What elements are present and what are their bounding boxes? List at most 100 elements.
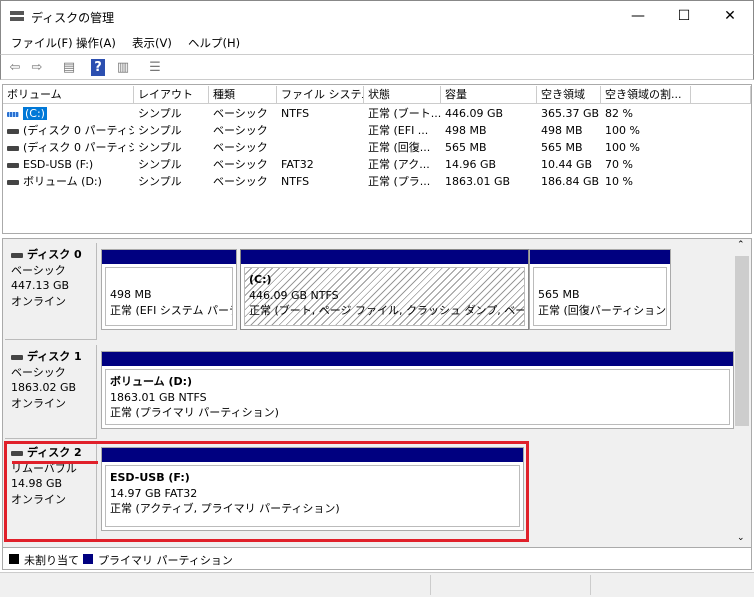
table-cell[interactable]: 446.09 GB (441, 105, 537, 122)
vertical-scrollbar[interactable]: ⌃ ⌄ (734, 240, 750, 547)
partition[interactable]: 498 MB 正常 (EFI システム パーティ (101, 249, 237, 330)
maximize-button[interactable]: ☐ (661, 1, 707, 32)
table-cell[interactable] (277, 139, 364, 156)
table-cell[interactable]: 100 % (601, 122, 691, 139)
disk-icon (11, 354, 23, 360)
table-cell[interactable]: ベーシック (209, 156, 277, 173)
table-cell[interactable]: 1863.01 GB (441, 173, 537, 190)
table-cell[interactable]: 10 % (601, 173, 691, 190)
help-icon[interactable]: ? (91, 59, 105, 76)
table-cell[interactable]: シンプル (134, 173, 209, 190)
menu-view[interactable]: 表示(V) (132, 35, 172, 51)
volume-label: (ディスク 0 パーティシ... (23, 141, 134, 154)
table-cell[interactable]: 正常 (アク... (364, 156, 441, 173)
scroll-down-icon[interactable]: ⌄ (737, 533, 745, 543)
partition[interactable]: 565 MB 正常 (回復パーティション) (529, 249, 671, 330)
table-cell[interactable] (277, 122, 364, 139)
table-cell[interactable]: ベーシック (209, 122, 277, 139)
table-cell[interactable]: シンプル (134, 139, 209, 156)
table-cell[interactable]: 正常 (プラ... (364, 173, 441, 190)
column-header[interactable]: ファイル システム (277, 86, 364, 104)
properties-icon[interactable]: ☰ (146, 59, 164, 76)
table-cell[interactable]: ベーシック (209, 173, 277, 190)
table-cell[interactable]: 565 MB (537, 139, 601, 156)
disk-name: ディスク 0 (27, 248, 82, 261)
partition-label: ボリューム (D:) (110, 375, 193, 388)
column-header[interactable]: 空き領域 (537, 86, 601, 104)
back-icon[interactable]: ⇦ (6, 59, 24, 76)
table-cell[interactable]: 565 MB (441, 139, 537, 156)
disk-icon (11, 252, 23, 258)
drive-icon (7, 162, 19, 168)
table-cell[interactable]: ベーシック (209, 105, 277, 122)
table-cell[interactable]: FAT32 (277, 156, 364, 173)
disk-status: オンライン (11, 396, 66, 410)
column-header[interactable]: 状態 (364, 86, 441, 104)
menu-help[interactable]: ヘルプ(H) (188, 35, 240, 51)
menu-bar: ファイル(F) 操作(A) 表示(V) ヘルプ(H) (0, 32, 754, 54)
volume-label: (ディスク 0 パーティシ... (23, 124, 134, 137)
volume-name[interactable]: (ディスク 0 パーティシ... (3, 122, 134, 139)
partition-bar (241, 250, 528, 264)
volume-list: ボリューム レイアウト 種類 ファイル システム 状態 容量 空き領域 空き領域の割... (… (2, 84, 752, 234)
volume-name[interactable]: ボリューム (D:) (3, 173, 134, 190)
column-header[interactable]: 容量 (441, 86, 537, 104)
column-header[interactable]: ボリューム (3, 86, 134, 104)
volume-label: ESD-USB (F:) (23, 158, 94, 171)
disk-label-1[interactable]: ディスク 1 ベーシック 1863.02 GB オンライン (5, 345, 97, 439)
table-cell[interactable]: 100 % (601, 139, 691, 156)
table-cell[interactable]: シンプル (134, 156, 209, 173)
column-header[interactable] (691, 86, 751, 104)
partition-status: 正常 (EFI システム パーティ (110, 303, 232, 317)
table-cell[interactable]: ベーシック (209, 139, 277, 156)
show-action-pane-icon[interactable]: ▥ (114, 59, 132, 76)
window-title: ディスクの管理 (31, 11, 115, 25)
close-button[interactable]: ✕ (707, 1, 753, 32)
table-cell[interactable]: NTFS (277, 173, 364, 190)
partition-bar (530, 250, 670, 264)
table-cell[interactable]: 365.37 GB (537, 105, 601, 122)
show-hide-tree-icon[interactable]: ▤ (60, 59, 78, 76)
unallocated-swatch (9, 554, 19, 564)
partition-label (110, 272, 228, 287)
table-cell[interactable]: 186.84 GB (537, 173, 601, 190)
scroll-thumb[interactable] (735, 256, 749, 426)
column-header[interactable]: 空き領域の割... (601, 86, 691, 104)
volume-name[interactable]: ESD-USB (F:) (3, 156, 134, 173)
table-cell[interactable]: 498 MB (441, 122, 537, 139)
disk-type: ベーシック (11, 263, 66, 277)
menu-action[interactable]: 操作(A) (76, 35, 116, 51)
disk-label-0[interactable]: ディスク 0 ベーシック 447.13 GB オンライン (5, 243, 97, 340)
forward-icon[interactable]: ⇨ (28, 59, 46, 76)
partition[interactable]: (C:) 446.09 GB NTFS 正常 (ブート, ページ ファイル, ク… (240, 249, 529, 330)
column-header[interactable]: 種類 (209, 86, 277, 104)
drive-icon (7, 145, 19, 151)
highlight-underline (12, 461, 98, 464)
table-cell[interactable]: 正常 (回復... (364, 139, 441, 156)
partition[interactable]: ボリューム (D:) 1863.01 GB NTFS 正常 (プライマリ パーテ… (101, 351, 734, 429)
scroll-up-icon[interactable]: ⌃ (737, 240, 745, 250)
drive-icon (7, 111, 19, 117)
minimize-button[interactable]: — (615, 1, 661, 32)
partition-bar (102, 250, 236, 264)
table-cell[interactable]: 82 % (601, 105, 691, 122)
drive-icon (7, 179, 19, 185)
table-cell[interactable]: シンプル (134, 105, 209, 122)
table-cell[interactable]: 正常 (EFI ... (364, 122, 441, 139)
partition-status: 正常 (プライマリ パーティション) (110, 406, 279, 419)
disk-management-icon (10, 11, 24, 21)
menu-file[interactable]: ファイル(F) (11, 35, 73, 51)
status-bar (0, 572, 754, 597)
table-cell[interactable]: NTFS (277, 105, 364, 122)
table-cell[interactable]: 14.96 GB (441, 156, 537, 173)
table-cell[interactable]: 正常 (ブート... (364, 105, 441, 122)
volume-name[interactable]: (ディスク 0 パーティシ... (3, 139, 134, 156)
volume-label: (C:) (23, 107, 47, 120)
volume-name[interactable]: (C:) (3, 105, 134, 122)
table-cell[interactable]: シンプル (134, 122, 209, 139)
table-cell[interactable]: 70 % (601, 156, 691, 173)
partition-label (538, 272, 662, 287)
column-header[interactable]: レイアウト (134, 86, 209, 104)
table-cell[interactable]: 498 MB (537, 122, 601, 139)
table-cell[interactable]: 10.44 GB (537, 156, 601, 173)
